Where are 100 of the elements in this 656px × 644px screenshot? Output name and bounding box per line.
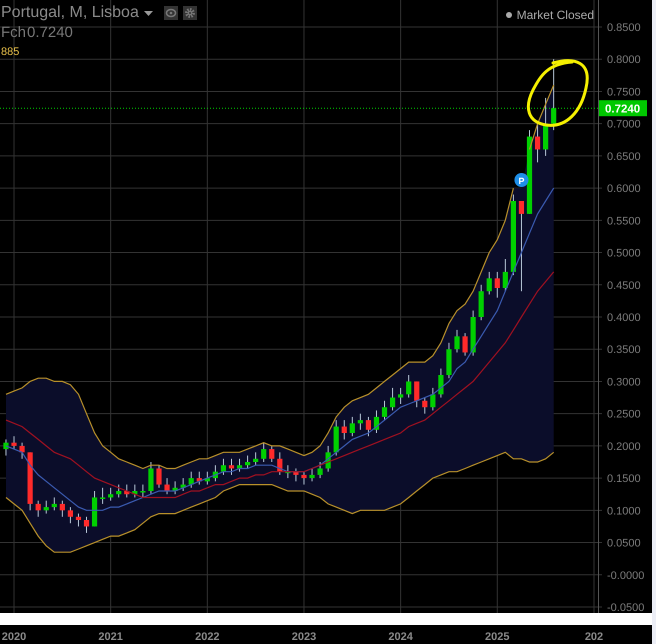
price-tick-label: 0.1500 [607, 473, 641, 486]
candle [470, 310, 476, 356]
price-tick-label: 0.6500 [607, 150, 641, 163]
indicator-value: 885 [1, 46, 20, 58]
price-tick-label: 0.2500 [607, 408, 641, 421]
candle [414, 380, 420, 408]
candle [342, 420, 347, 440]
candle [326, 445, 331, 472]
candle [180, 478, 186, 492]
price-tick-label: 0.3000 [607, 376, 641, 388]
chart-title: Portugal, M, Lisboa [1, 4, 139, 22]
status-dot [506, 12, 512, 18]
candle [188, 471, 194, 488]
annotation: P [518, 176, 524, 186]
candle [446, 342, 452, 379]
candle [19, 442, 25, 460]
market-status: Market Closed [516, 8, 594, 22]
price-tick-label: -0.0500 [607, 602, 644, 614]
year-tick-label: 202 [584, 631, 604, 643]
year-tick-label: 2021 [98, 631, 123, 643]
price-tick-label: 0.8500 [607, 22, 641, 34]
price-tick-label: 0.4500 [607, 280, 641, 292]
price-tick-label: 0.5500 [607, 215, 641, 228]
candle [124, 484, 130, 498]
candle [534, 123, 540, 163]
candle [68, 506, 73, 524]
candle [438, 368, 444, 398]
price-tick-label: 0.1000 [607, 505, 641, 518]
candle [430, 387, 436, 411]
year-tick-label: 2025 [485, 631, 510, 643]
price-tick-label: 0.7500 [607, 86, 641, 98]
candle [140, 484, 146, 498]
candle [236, 458, 242, 472]
settings-icon[interactable] [182, 6, 197, 20]
candle [164, 478, 170, 495]
year-tick-label: 2020 [2, 631, 26, 643]
candle [293, 468, 299, 482]
candle [285, 464, 290, 479]
price-tick-label: 0.4000 [607, 312, 641, 324]
candle [36, 500, 41, 518]
candle [390, 387, 396, 411]
candle [108, 487, 114, 502]
price-tick-label: 0.8000 [607, 54, 641, 66]
candle [196, 471, 202, 486]
price-tick-label: 0.6000 [607, 183, 641, 196]
marker-badge: P [514, 173, 528, 187]
candle [406, 374, 412, 398]
close-label: Fch [1, 24, 26, 41]
candle [382, 400, 388, 421]
year-tick-label: 2022 [195, 631, 220, 643]
candle [277, 452, 282, 476]
candle [253, 452, 258, 466]
caret-icon[interactable] [144, 10, 153, 16]
candle [301, 471, 307, 486]
candle [3, 438, 9, 456]
highlight-circle-drawing [526, 59, 589, 127]
candle [132, 484, 138, 498]
candle [543, 97, 548, 156]
candle [220, 458, 226, 476]
candle [44, 500, 49, 514]
price-tick-label: 0.5000 [607, 248, 641, 260]
candle [60, 500, 65, 518]
candle [84, 516, 90, 534]
candle [116, 484, 122, 498]
candle [156, 464, 162, 488]
candle [28, 452, 33, 511]
candle [228, 458, 234, 476]
last-price-tag: 0.7240 [599, 100, 647, 116]
candle [212, 464, 218, 482]
candle [486, 271, 492, 295]
candle [478, 284, 484, 321]
candle [172, 480, 178, 495]
candle [462, 332, 468, 356]
price-tick-label: 0.0500 [607, 538, 641, 550]
candle [454, 329, 460, 353]
candle [92, 490, 98, 527]
candle [245, 455, 250, 469]
candle [422, 397, 428, 414]
candle [366, 416, 372, 437]
price-tick-label: 0.3500 [607, 344, 641, 356]
eye-icon[interactable] [164, 6, 178, 20]
candle [148, 462, 154, 495]
candle [204, 471, 210, 486]
candle [261, 442, 266, 462]
candle [494, 271, 500, 298]
candle [100, 487, 106, 504]
candle [309, 468, 315, 482]
price-tick-label: 0.7000 [607, 118, 641, 131]
candle [502, 258, 508, 292]
year-tick-label: 2024 [388, 631, 413, 643]
candle [374, 410, 380, 434]
price-tick-label: 0.2000 [607, 440, 641, 453]
candle [318, 462, 323, 479]
candle [358, 413, 363, 430]
price-tick-label: -0.0000 [607, 570, 644, 582]
candle [334, 420, 339, 456]
candle [76, 513, 82, 527]
close-value: 0.7240 [27, 24, 73, 41]
candle [269, 445, 274, 462]
candle [11, 436, 17, 450]
